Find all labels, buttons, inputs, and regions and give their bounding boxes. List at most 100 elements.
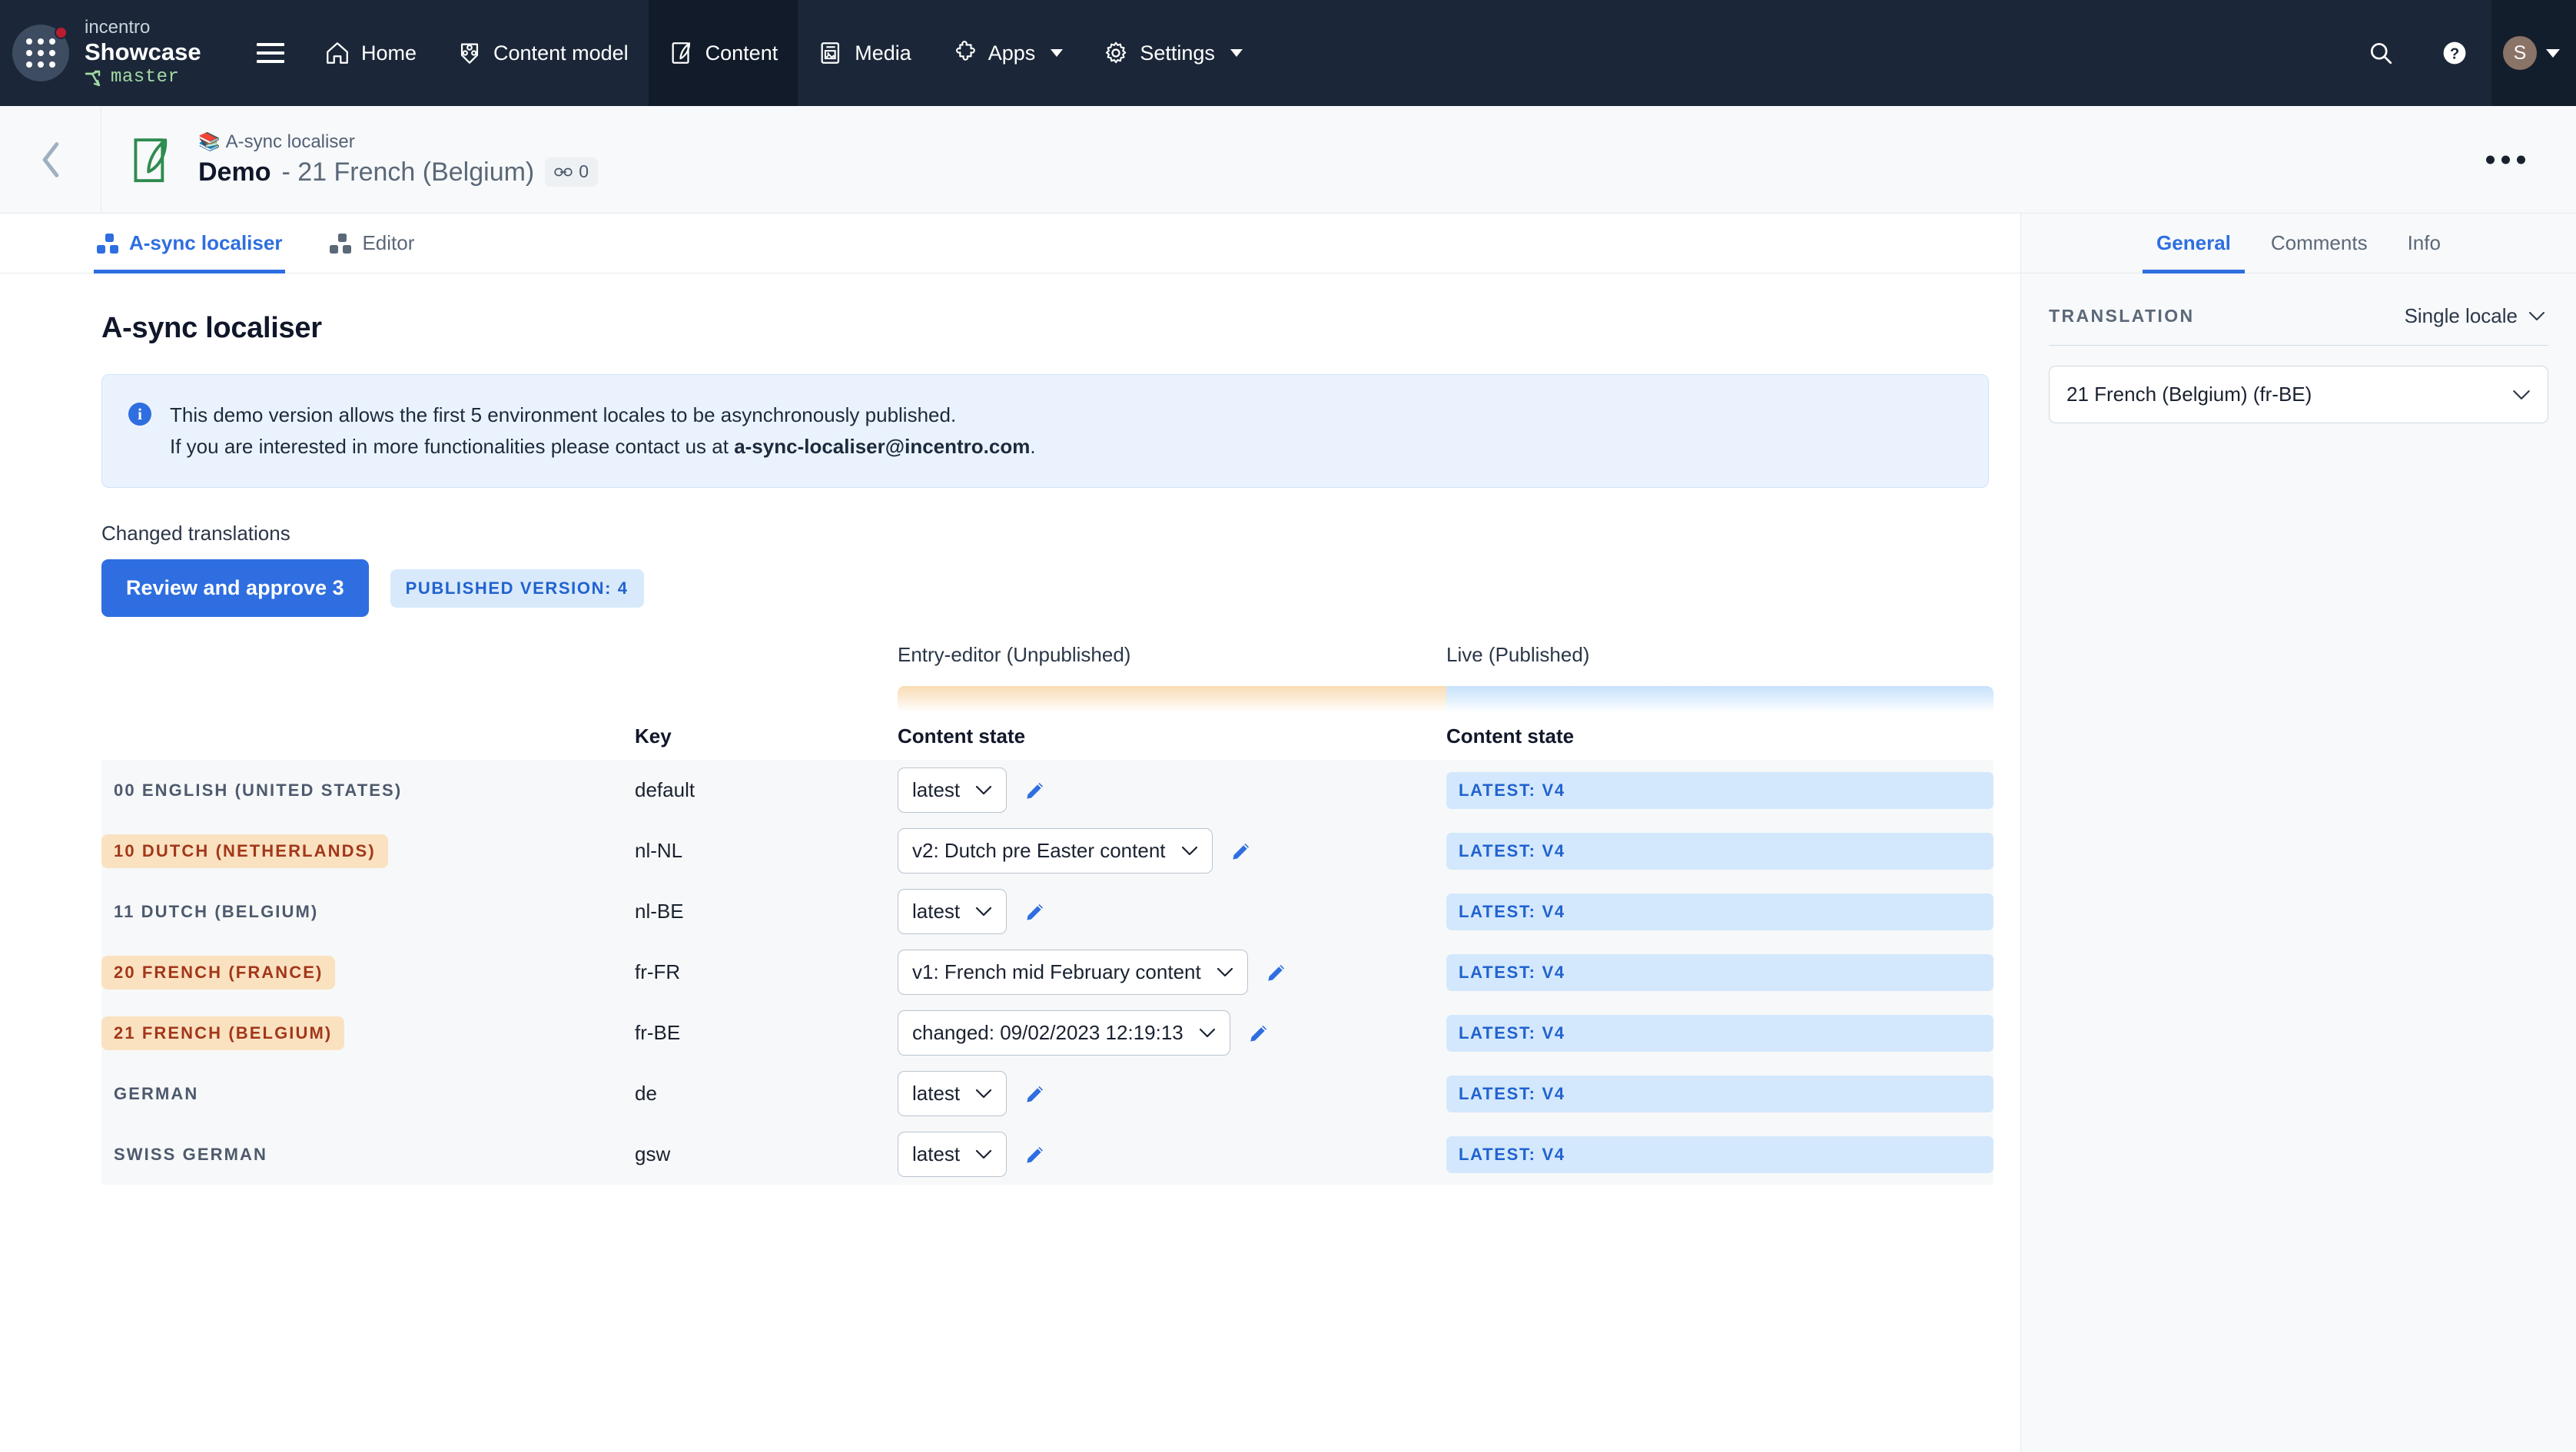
help-icon: ? (2443, 41, 2466, 65)
translation-section-header: TRANSLATION Single locale (2049, 300, 2548, 346)
translation-mode-select[interactable]: Single locale (2402, 300, 2548, 333)
table-row: 11 Dutch (Belgium) nl-BE latest (101, 881, 1993, 942)
sidebar-tab-comments[interactable]: Comments (2251, 214, 2388, 273)
table-env-header-row: Entry-editor (Unpublished) Live (Publish… (101, 643, 1993, 677)
page-title: A-sync localiser (101, 312, 322, 344)
chevron-down-icon (2546, 48, 2560, 58)
edit-pencil-icon[interactable] (1265, 961, 1288, 984)
edit-pencil-icon[interactable] (1024, 1143, 1047, 1166)
space-name: Showcase (85, 38, 201, 65)
entry-content-type-row: 📚 A-sync localiser (198, 131, 598, 154)
apps-icon (955, 41, 975, 61)
entry-title-row: Demo - 21 French (Belgium) 0 (198, 157, 599, 188)
live-state-badge: LATEST: V4 (1446, 1135, 1993, 1173)
column-header-key: Key (635, 724, 672, 748)
body-split: A-sync localiser Editor A-sync localiser… (0, 214, 2576, 1452)
locale-label: German (114, 1083, 199, 1103)
back-button[interactable] (0, 105, 101, 214)
sidebar-content: TRANSLATION Single locale 21 French (Bel… (2021, 273, 2576, 423)
info-banner-text: This demo version allows the first 5 env… (170, 399, 1036, 462)
table-row: 21 French (Belgium) fr-BE changed: 09/02… (101, 1003, 1993, 1063)
content-state-select[interactable]: latest (898, 767, 1007, 814)
translation-label: TRANSLATION (2049, 306, 2195, 326)
nav-label-media: Media (855, 41, 911, 65)
sidebar-tab-label-general: General (2156, 231, 2231, 254)
info-icon: i (128, 403, 151, 426)
sidebar-tab-general[interactable]: General (2136, 214, 2251, 273)
content-state-select[interactable]: latest (898, 1071, 1007, 1117)
top-nav-right-group: ? S (2344, 0, 2576, 106)
nav-item-apps[interactable]: Apps (931, 0, 1084, 106)
info-banner-email: a-sync-localiser@incentro.com (734, 435, 1031, 459)
edit-pencil-icon[interactable] (1024, 779, 1047, 802)
column-header-editor-state: Content state (898, 724, 1026, 748)
nav-label-content-model: Content model (493, 41, 629, 65)
settings-icon (1106, 41, 1127, 64)
search-icon (2370, 42, 2392, 65)
user-profile-menu[interactable]: S (2491, 0, 2576, 106)
locale-select[interactable]: 21 French (Belgium) (fr-BE) (2049, 366, 2548, 423)
locale-label: 00 English (United States) (114, 780, 403, 800)
chevron-down-icon (2529, 312, 2544, 320)
app-logo[interactable] (12, 25, 69, 81)
tab-label-a-sync-localiser: A-sync localiser (129, 231, 283, 254)
nav-item-settings[interactable]: Settings (1083, 0, 1263, 106)
entry-links-badge[interactable]: 0 (545, 157, 599, 187)
chevron-down-icon (2513, 390, 2530, 399)
chevron-down-icon (1181, 847, 1197, 856)
locale-key: de (635, 1082, 657, 1106)
edit-pencil-icon[interactable] (1024, 1082, 1047, 1106)
content-state-select[interactable]: latest (898, 889, 1007, 935)
avatar: S (2503, 36, 2537, 70)
entry-header: 📚 A-sync localiser Demo - 21 French (Bel… (0, 105, 2576, 214)
main-column: A-sync localiser Editor A-sync localiser… (0, 214, 2021, 1452)
nav-item-media[interactable]: Media (798, 0, 931, 106)
nav-item-home[interactable]: Home (304, 0, 437, 106)
sidebar-toggle-button[interactable] (257, 43, 284, 63)
help-button[interactable]: ? (2418, 0, 2491, 106)
content-state-value: v2: Dutch pre Easter content (912, 839, 1166, 863)
info-banner: i This demo version allows the first 5 e… (101, 374, 1989, 489)
svg-text:?: ? (2450, 46, 2459, 63)
chevron-down-icon (1217, 968, 1233, 977)
chevron-down-icon (976, 1089, 992, 1099)
nav-item-content[interactable]: Content (648, 0, 798, 106)
live-state-badge: LATEST: V4 (1446, 1014, 1993, 1052)
chevron-down-icon (1051, 49, 1064, 57)
live-state-badge: LATEST: V4 (1446, 832, 1993, 870)
sidebar-tab-label-info: Info (2407, 231, 2441, 254)
env-gradient-bar-live (1446, 686, 1993, 713)
search-button[interactable] (2344, 0, 2418, 106)
entry-meta: 📚 A-sync localiser Demo - 21 French (Bel… (198, 131, 599, 188)
tab-a-sync-localiser[interactable]: A-sync localiser (94, 214, 286, 273)
content-state-select[interactable]: changed: 09/02/2023 12:19:13 (898, 1010, 1230, 1056)
entry-actions-menu-button[interactable] (2475, 144, 2536, 174)
env-header-live: Live (Published) (1446, 643, 1590, 667)
sidebar-tab-info[interactable]: Info (2388, 214, 2461, 273)
content-state-select[interactable]: v1: French mid February content (898, 950, 1248, 996)
entry-sidebar: General Comments Info TRANSLATION Single… (2021, 214, 2576, 1452)
tab-editor[interactable]: Editor (327, 214, 417, 273)
info-banner-line1: This demo version allows the first 5 env… (170, 403, 957, 426)
content-state-select[interactable]: latest (898, 1132, 1007, 1178)
content-state-select[interactable]: v2: Dutch pre Easter content (898, 828, 1213, 874)
entry-tabbar: A-sync localiser Editor (0, 214, 2020, 273)
books-emoji-icon: 📚 (198, 131, 221, 152)
env-gradient-bars (101, 686, 1993, 713)
table-column-header-row: Key Content state Content state (101, 712, 1993, 760)
table-body: 00 English (United States) default lates… (101, 760, 1993, 1185)
edit-pencil-icon[interactable] (1230, 840, 1253, 863)
table-row: 00 English (United States) default lates… (101, 760, 1993, 820)
content-icon (672, 42, 690, 64)
nav-item-content-model[interactable]: Content model (437, 0, 649, 106)
table-row: Swiss German gsw latest (101, 1124, 1993, 1185)
edit-pencil-icon[interactable] (1024, 900, 1047, 923)
org-space-block[interactable]: incentro Showcase master (0, 0, 304, 106)
review-and-approve-button[interactable]: Review and approve 3 (101, 559, 369, 618)
locale-key: gsw (635, 1142, 671, 1166)
info-banner-line2-prefix: If you are interested in more functional… (170, 435, 735, 459)
link-icon (554, 167, 573, 177)
chevron-down-icon (1230, 49, 1243, 57)
edit-pencil-icon[interactable] (1247, 1022, 1270, 1045)
chevron-down-icon (976, 907, 992, 917)
